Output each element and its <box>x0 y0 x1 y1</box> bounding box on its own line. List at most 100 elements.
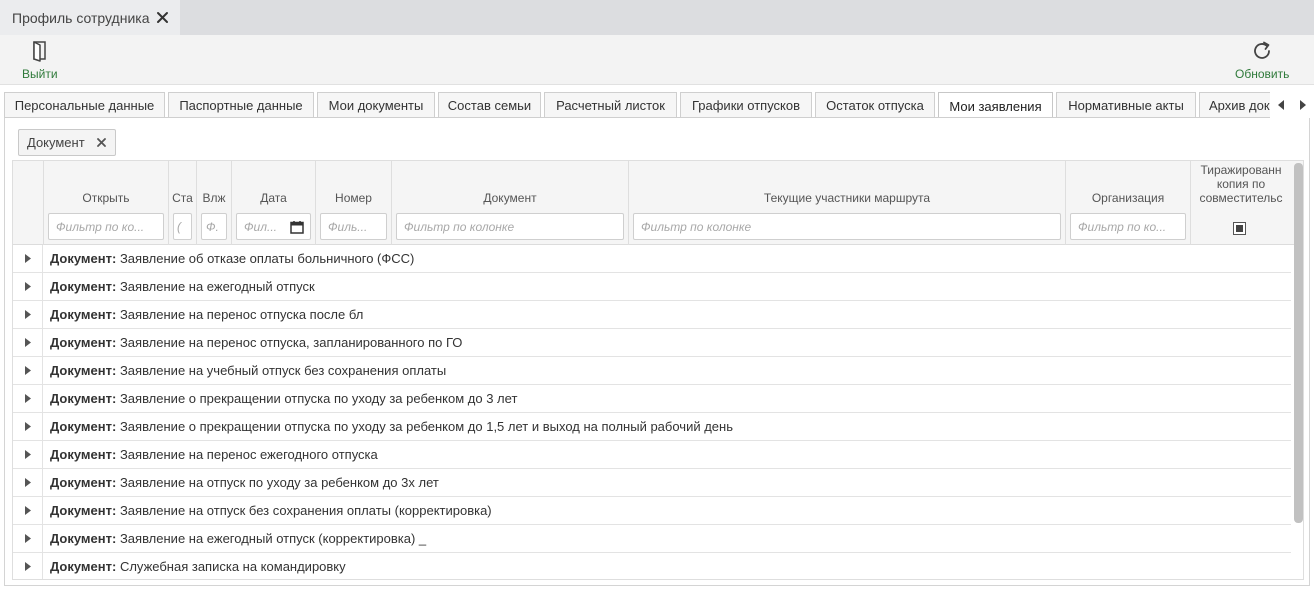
group-row-text: Документ: Заявление на перенос ежегодног… <box>50 447 378 462</box>
column-route-participants-title: Текущие участники маршрута <box>763 191 931 205</box>
group-row-value: Заявление на отпуск без сохранения оплат… <box>119 503 492 518</box>
column-number[interactable]: Номер Филь... <box>316 161 392 245</box>
column-replicated-copy[interactable]: Тиражированн копия по совместительс <box>1191 161 1291 245</box>
group-row-value: Заявление об отказе оплаты больничного (… <box>119 251 415 266</box>
date-filter-input[interactable]: Фил... <box>236 213 311 240</box>
tab-vacation-balance[interactable]: Остаток отпуска <box>815 92 935 118</box>
tab-my-applications[interactable]: Мои заявления <box>938 92 1053 119</box>
tab-regulations[interactable]: Нормативные акты <box>1056 92 1196 118</box>
tab-personal-data[interactable]: Персональные данные <box>4 92 165 118</box>
expand-arrow-icon[interactable] <box>13 273 43 300</box>
group-row-text: Документ: Заявление на отпуск без сохран… <box>50 503 492 518</box>
group-row[interactable]: Документ: Заявление на учебный отпуск бе… <box>13 357 1291 385</box>
door-exit-icon <box>29 39 51 63</box>
group-row-text: Документ: Заявление на отпуск по уходу з… <box>50 475 439 490</box>
date-filter-placeholder: Фил... <box>244 219 277 234</box>
group-row[interactable]: Документ: Заявление на ежегодный отпуск … <box>13 525 1291 553</box>
tab-archive[interactable]: Архив док <box>1199 92 1274 118</box>
column-status-title: Ста <box>172 191 193 205</box>
group-row-prefix: Документ: <box>50 447 117 462</box>
group-row[interactable]: Документ: Заявление на перенос отпуска п… <box>13 301 1291 329</box>
expand-arrow-icon[interactable] <box>13 301 43 328</box>
status-filter-input[interactable]: ( <box>173 213 192 240</box>
close-icon[interactable] <box>156 11 169 24</box>
profile-tabs: Персональные данные Паспортные данные Мо… <box>0 85 1314 119</box>
column-document-title: Документ <box>483 191 537 205</box>
tab-scroll-arrows <box>1270 92 1314 118</box>
organization-filter-input[interactable]: Фильтр по ко... <box>1070 213 1186 240</box>
refresh-label: Обновить <box>1235 67 1290 81</box>
open-filter-input[interactable]: Фильтр по ко... <box>48 213 164 240</box>
calendar-icon[interactable] <box>290 220 304 234</box>
scrollbar-thumb[interactable] <box>1294 163 1303 523</box>
group-row-prefix: Документ: <box>50 391 117 406</box>
expand-arrow-icon[interactable] <box>13 441 43 468</box>
expand-arrow-icon[interactable] <box>13 385 43 412</box>
group-row-text: Документ: Заявление на ежегодный отпуск <box>50 279 315 294</box>
refresh-button[interactable]: Обновить <box>1235 39 1289 81</box>
group-row-prefix: Документ: <box>50 419 117 434</box>
window-tab[interactable]: Профиль сотрудника <box>0 0 180 35</box>
group-row[interactable]: Документ: Заявление о прекращении отпуск… <box>13 413 1291 441</box>
group-row-prefix: Документ: <box>50 475 117 490</box>
group-row[interactable]: Документ: Заявление на перенос отпуска, … <box>13 329 1291 357</box>
group-row-value: Заявление на учебный отпуск без сохранен… <box>119 363 447 378</box>
group-row[interactable]: Документ: Служебная записка на командиро… <box>13 553 1291 579</box>
group-row[interactable]: Документ: Заявление об отказе оплаты бол… <box>13 245 1291 273</box>
column-open[interactable]: Открыть Фильтр по ко... <box>44 161 169 245</box>
expand-arrow-icon[interactable] <box>13 469 43 496</box>
column-open-title: Открыть <box>82 191 130 205</box>
exit-button[interactable]: Выйти <box>22 39 58 81</box>
expand-arrow-icon[interactable] <box>13 553 43 579</box>
expand-arrow-icon[interactable] <box>13 497 43 524</box>
group-row-text: Документ: Заявление о прекращении отпуск… <box>50 419 733 434</box>
toolbar: Выйти Обновить <box>0 35 1314 85</box>
expand-arrow-icon[interactable] <box>13 245 43 272</box>
group-row-value: Заявление на перенос ежегодного отпуска <box>119 447 378 462</box>
group-row[interactable]: Документ: Заявление на ежегодный отпуск <box>13 273 1291 301</box>
column-status[interactable]: Ста ( <box>169 161 197 245</box>
expand-arrow-icon[interactable] <box>13 329 43 356</box>
group-row[interactable]: Документ: Заявление на отпуск по уходу з… <box>13 469 1291 497</box>
column-route-participants[interactable]: Текущие участники маршрута Фильтр по кол… <box>629 161 1066 245</box>
group-row-prefix: Документ: <box>50 531 117 546</box>
document-filter-input[interactable]: Фильтр по колонке <box>396 213 624 240</box>
tab-vacation-schedule[interactable]: Графики отпусков <box>680 92 812 118</box>
column-date-title: Дата <box>260 191 287 205</box>
chevron-left-icon[interactable] <box>1275 99 1287 111</box>
column-expand <box>13 161 44 245</box>
expand-arrow-icon[interactable] <box>13 413 43 440</box>
exit-label: Выйти <box>22 67 58 81</box>
group-by-chip[interactable]: Документ <box>18 129 116 156</box>
tab-payslip[interactable]: Расчетный листок <box>544 92 677 118</box>
group-row[interactable]: Документ: Заявление о прекращении отпуск… <box>13 385 1291 413</box>
expand-arrow-icon[interactable] <box>13 357 43 384</box>
group-row-text: Документ: Заявление на учебный отпуск бе… <box>50 363 446 378</box>
tab-my-documents[interactable]: Мои документы <box>317 92 435 118</box>
column-attachments[interactable]: Влж Ф. <box>197 161 232 245</box>
route-participants-filter-input[interactable]: Фильтр по колонке <box>633 213 1061 240</box>
number-filter-input[interactable]: Филь... <box>320 213 387 240</box>
chevron-right-icon[interactable] <box>1297 99 1309 111</box>
grid-vertical-scrollbar[interactable] <box>1294 163 1303 575</box>
window-tab-title: Профиль сотрудника <box>12 9 150 26</box>
group-row-value: Заявление на отпуск по уходу за ребенком… <box>119 475 439 490</box>
column-number-title: Номер <box>335 191 372 205</box>
column-organization[interactable]: Организация Фильтр по ко... <box>1066 161 1191 245</box>
group-row-value: Служебная записка на командировку <box>119 559 346 574</box>
remove-group-icon[interactable] <box>97 138 107 148</box>
replicated-copy-filter-checkbox[interactable] <box>1233 222 1246 235</box>
attachments-filter-input[interactable]: Ф. <box>201 213 227 240</box>
group-row[interactable]: Документ: Заявление на перенос ежегодног… <box>13 441 1291 469</box>
group-by-chip-label: Документ <box>27 135 85 150</box>
expand-arrow-icon[interactable] <box>13 525 43 552</box>
tab-family[interactable]: Состав семьи <box>438 92 541 118</box>
group-row[interactable]: Документ: Заявление на отпуск без сохран… <box>13 497 1291 525</box>
column-document[interactable]: Документ Фильтр по колонке <box>392 161 629 245</box>
group-row-value: Заявление на перенос отпуска, запланиров… <box>119 335 463 350</box>
tab-passport-data[interactable]: Паспортные данные <box>168 92 314 118</box>
column-date[interactable]: Дата Фил... <box>232 161 316 245</box>
group-row-value: Заявление на ежегодный отпуск <box>119 279 315 294</box>
group-row-text: Документ: Заявление об отказе оплаты бол… <box>50 251 414 266</box>
refresh-icon <box>1251 39 1273 63</box>
